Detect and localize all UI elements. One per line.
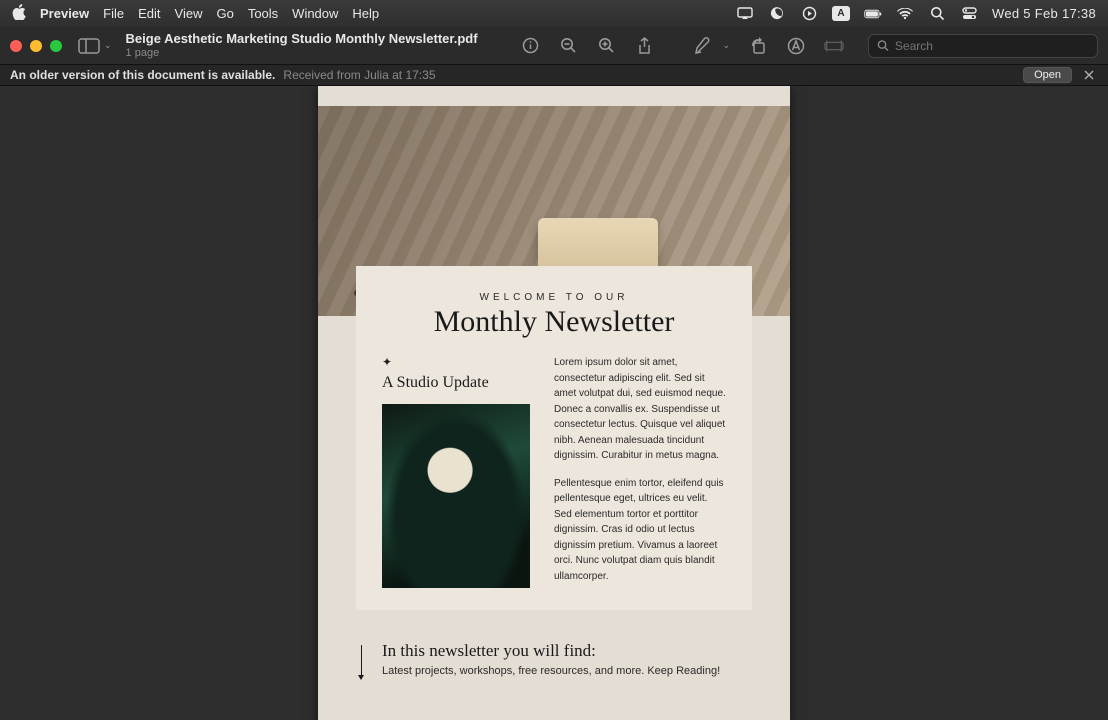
search-icon [877, 39, 889, 52]
zoom-in-button[interactable] [596, 36, 616, 56]
zoom-out-button[interactable] [558, 36, 578, 56]
info-button[interactable] [520, 36, 540, 56]
document-title: Beige Aesthetic Marketing Studio Monthly… [126, 31, 478, 47]
menubar: Preview File Edit View Go Tools Window H… [0, 0, 1108, 27]
fullscreen-window-button[interactable] [50, 40, 62, 52]
apple-menu-icon[interactable] [12, 4, 26, 24]
screen-mirroring-icon[interactable] [736, 5, 754, 23]
body-paragraph-2: Pellentesque enim tortor, eleifend quis … [554, 476, 726, 585]
input-source-badge[interactable]: A [832, 6, 850, 21]
document-title-block: Beige Aesthetic Marketing Studio Monthly… [126, 31, 478, 60]
menu-view[interactable]: View [175, 6, 203, 21]
toolbar-actions: ⌄ [520, 34, 1098, 58]
menu-window[interactable]: Window [292, 6, 338, 21]
footer-subtext: Latest projects, workshops, free resourc… [382, 665, 720, 677]
menubar-status-area: A Wed 5 Feb 17:38 [736, 5, 1096, 23]
search-field[interactable] [868, 34, 1098, 58]
do-not-disturb-icon[interactable] [768, 5, 786, 23]
version-banner-message: An older version of this document is ava… [10, 68, 275, 82]
page-bottom-band [318, 700, 790, 720]
battery-icon[interactable] [864, 5, 882, 23]
pdf-page: WELCOME TO OUR Monthly Newsletter ✦ A St… [318, 86, 790, 720]
menu-go[interactable]: Go [216, 6, 233, 21]
menubar-clock[interactable]: Wed 5 Feb 17:38 [992, 6, 1096, 21]
newsletter-headline: Monthly Newsletter [382, 305, 726, 339]
welcome-kicker: WELCOME TO OUR [382, 292, 726, 303]
menu-file[interactable]: File [103, 6, 124, 21]
spotlight-icon[interactable] [928, 5, 946, 23]
newsletter-footer: In this newsletter you will find: Latest… [356, 641, 752, 680]
window-toolbar: ⌄ Beige Aesthetic Marketing Studio Month… [0, 27, 1108, 65]
menu-help[interactable]: Help [352, 6, 379, 21]
down-arrow-icon [356, 645, 366, 680]
highlight-button[interactable] [694, 36, 714, 56]
window-controls [10, 40, 62, 52]
minimize-window-button[interactable] [30, 40, 42, 52]
share-button[interactable] [634, 36, 654, 56]
document-page-count: 1 page [126, 47, 478, 60]
search-input[interactable] [895, 39, 1089, 53]
document-viewport[interactable]: WELCOME TO OUR Monthly Newsletter ✦ A St… [0, 86, 1108, 720]
chevron-down-icon: ⌄ [104, 40, 112, 51]
menu-tools[interactable]: Tools [248, 6, 278, 21]
rotate-button[interactable] [748, 36, 768, 56]
sidebar-toggle-button[interactable]: ⌄ [78, 38, 112, 54]
now-playing-icon[interactable] [800, 5, 818, 23]
dismiss-banner-button[interactable] [1080, 68, 1098, 83]
newsletter-card: WELCOME TO OUR Monthly Newsletter ✦ A St… [356, 266, 752, 610]
body-paragraph-1: Lorem ipsum dolor sit amet, consectetur … [554, 355, 726, 464]
studio-update-heading: A Studio Update [382, 373, 532, 392]
highlight-menu-chevron-icon[interactable]: ⌄ [722, 40, 730, 51]
menubar-app-name[interactable]: Preview [40, 6, 89, 21]
open-older-version-button[interactable]: Open [1023, 67, 1072, 83]
control-center-icon[interactable] [960, 5, 978, 23]
menu-edit[interactable]: Edit [138, 6, 160, 21]
footer-heading: In this newsletter you will find: [382, 641, 720, 661]
sparkle-icon: ✦ [382, 355, 532, 369]
version-banner-detail: Received from Julia at 17:35 [283, 68, 435, 82]
close-window-button[interactable] [10, 40, 22, 52]
wifi-icon[interactable] [896, 5, 914, 23]
version-banner: An older version of this document is ava… [0, 65, 1108, 86]
portrait-image [382, 404, 530, 588]
redact-button[interactable] [824, 36, 844, 56]
markup-button[interactable] [786, 36, 806, 56]
